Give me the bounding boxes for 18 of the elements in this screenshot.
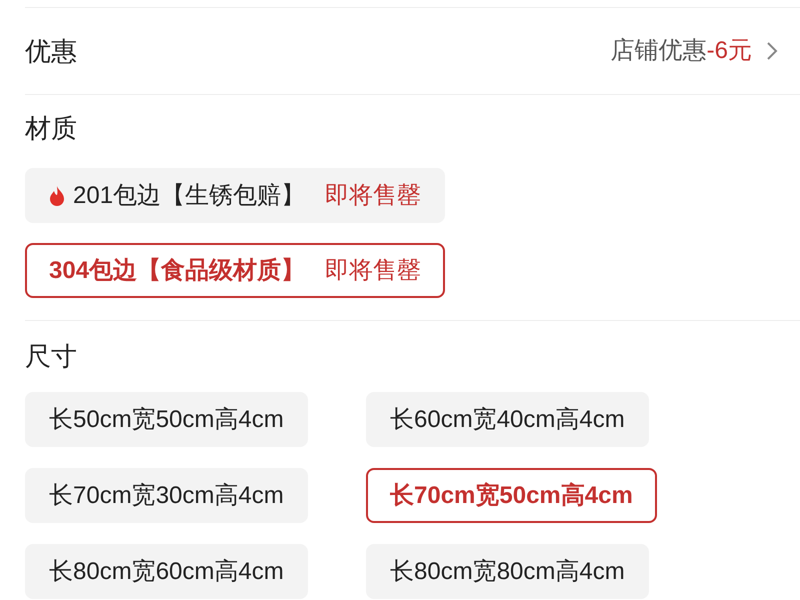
size-option[interactable]: 长70cm宽30cm高4cm: [25, 468, 308, 523]
option-name: 201包边【生锈包赔】: [73, 180, 306, 210]
section-label: 材质: [25, 113, 77, 143]
size-option[interactable]: 长60cm宽40cm高4cm: [366, 392, 649, 447]
size-option[interactable]: 长80cm宽80cm高4cm: [366, 544, 649, 599]
discount-amount: -6元: [706, 36, 752, 66]
material-option[interactable]: 201包边【生锈包赔】 即将售罄: [25, 168, 446, 223]
stock-tag: 即将售罄: [325, 178, 422, 214]
size-option[interactable]: 长80cm宽60cm高4cm: [25, 544, 308, 599]
section-label: 尺寸: [25, 341, 77, 371]
section-label: 优惠: [25, 34, 77, 68]
size-option[interactable]: 长70cm宽50cm高4cm: [366, 468, 657, 523]
stock-tag: 即将售罄: [325, 252, 422, 288]
size-option[interactable]: 长50cm宽50cm高4cm: [25, 392, 308, 447]
chevron-right-icon[interactable]: [766, 41, 778, 61]
option-name: 304包边【食品级材质】: [49, 256, 306, 286]
discount-label: 店铺优惠: [610, 36, 707, 66]
material-option[interactable]: 304包边【食品级材质】 即将售罄: [25, 243, 446, 298]
